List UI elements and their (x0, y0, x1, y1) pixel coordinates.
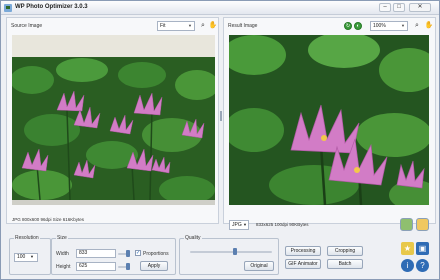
quality-slider-thumb[interactable] (233, 248, 238, 255)
result-photo (229, 35, 429, 205)
width-value: 833 (79, 250, 88, 256)
quality-slider[interactable] (190, 251, 272, 253)
original-button[interactable]: Original (244, 261, 274, 271)
result-image-label: Result Image (228, 23, 258, 29)
panel-splitter[interactable] (220, 111, 222, 121)
emoticon-icon[interactable] (416, 218, 429, 231)
help-icon[interactable]: ? (416, 259, 429, 272)
chevron-down-icon: ▼ (401, 23, 405, 28)
hand-icon[interactable]: ✋ (424, 21, 434, 31)
format-value: JPG (232, 222, 242, 228)
zoom-icon[interactable]: ⌕ (198, 21, 208, 31)
height-label: Height (56, 264, 71, 270)
source-zoom-value: Fit (160, 23, 166, 29)
result-image-frame (229, 35, 429, 205)
source-zoom-select[interactable]: Fit ▼ (157, 21, 195, 31)
source-panel-header: Source Image Fit ▼ ⌕ ✋ (7, 18, 218, 35)
resolution-select[interactable]: 100 (14, 253, 38, 262)
quality-group: Quality Original (179, 235, 279, 275)
close-button[interactable]: ✕ (409, 3, 431, 12)
size-group: Size Width 833 ✓ Proportions Height 625 … (51, 235, 176, 275)
quality-title: Quality (184, 235, 202, 241)
compare-icon[interactable]: ◐ (354, 22, 362, 30)
width-slider-thumb[interactable] (126, 250, 130, 257)
source-panel: Source Image Fit ▼ ⌕ ✋ JPG 800x600 96dpi… (6, 17, 219, 224)
maximize-button[interactable]: □ (393, 3, 405, 12)
result-panel: Result Image ↻ ◐ 100% ▼ ⌕ ✋ JPG ▼ 833x62… (223, 17, 436, 231)
window-title: WP Photo Optimizer 3.0.3 (15, 4, 88, 10)
source-image-label: Source Image (11, 23, 43, 29)
height-input[interactable]: 625 (76, 262, 116, 271)
result-zoom-value: 100% (373, 23, 386, 29)
result-panel-header: Result Image ↻ ◐ 100% ▼ ⌕ ✋ (224, 18, 435, 35)
result-zoom-select[interactable]: 100% ▼ (370, 21, 408, 31)
source-image-frame (12, 35, 215, 205)
source-image-info: JPG 800x600 96dpi Size 616Kbytes (12, 217, 85, 222)
resolution-value: 100 (17, 254, 26, 260)
star-icon[interactable]: ★ (401, 242, 414, 255)
chevron-down-icon: ▼ (30, 254, 34, 259)
save-icon[interactable]: ▣ (416, 242, 429, 255)
height-slider-thumb[interactable] (126, 263, 130, 270)
format-select[interactable]: JPG ▼ (229, 220, 249, 230)
zoom-icon[interactable]: ⌕ (412, 21, 422, 31)
resolution-title: Resolution (14, 235, 40, 241)
app-icon (4, 4, 12, 12)
resolution-group: Resolution 100 ▼ (9, 235, 51, 275)
processing-button[interactable]: Processing (285, 246, 321, 256)
info-icon[interactable]: i (401, 259, 414, 272)
cropping-button[interactable]: Cropping (327, 246, 363, 256)
proportions-label: Proportions (143, 251, 169, 257)
batch-button[interactable]: Batch (327, 259, 363, 269)
chevron-down-icon: ▼ (243, 222, 247, 227)
app-window: WP Photo Optimizer 3.0.3 – □ ✕ Source Im… (0, 0, 440, 280)
width-input[interactable]: 833 (76, 249, 116, 258)
open-image-icon[interactable] (400, 218, 413, 231)
source-photo (12, 35, 215, 205)
width-label: Width (56, 251, 69, 257)
minimize-button[interactable]: – (379, 3, 391, 12)
height-value: 625 (79, 263, 88, 269)
title-bar: WP Photo Optimizer 3.0.3 – □ ✕ (1, 1, 439, 15)
apply-button[interactable]: Apply (140, 261, 168, 271)
size-title: Size (56, 235, 68, 241)
chevron-down-icon: ▼ (188, 23, 192, 28)
proportions-checkbox[interactable]: ✓ (135, 250, 141, 256)
refresh-icon[interactable]: ↻ (344, 22, 352, 30)
hand-icon[interactable]: ✋ (208, 21, 218, 31)
gif-animator-button[interactable]: GIF Animator (285, 259, 321, 269)
result-image-info: 833x625 100dpi 90KBytes (256, 222, 309, 227)
